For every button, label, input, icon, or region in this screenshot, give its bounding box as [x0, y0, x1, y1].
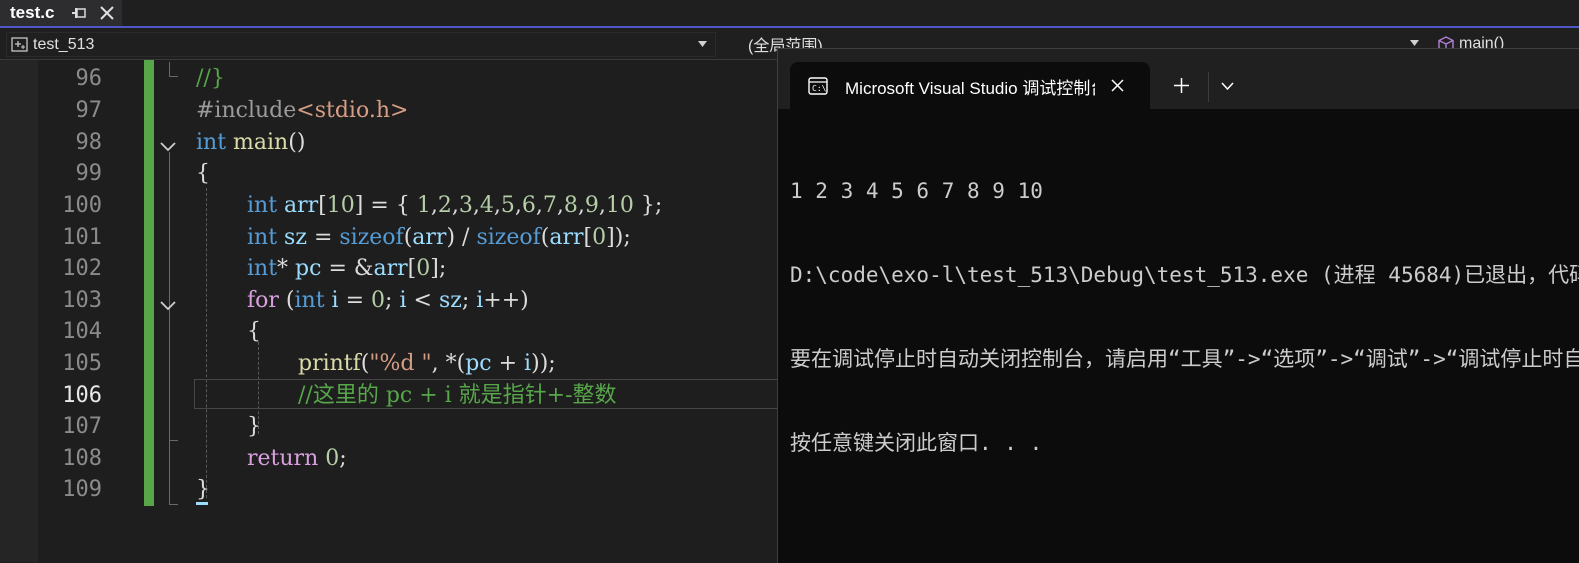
project-icon — [11, 36, 28, 52]
document-tab-label: test.c — [10, 3, 55, 22]
plus-icon[interactable] — [1173, 77, 1190, 94]
project-dropdown[interactable]: test_513 — [6, 32, 716, 57]
indent-guide — [206, 188, 207, 498]
terminal-icon: C:\ — [808, 77, 828, 95]
console-tab[interactable]: C:\ Microsoft Visual Studio 调试控制台 — [790, 62, 1150, 109]
chevron-down-icon[interactable] — [1221, 82, 1234, 90]
code-editor[interactable]: 96 97 98 99 100 101 102 103 104 105 106 … — [0, 60, 780, 562]
line-number-current: 106 — [62, 383, 102, 408]
code-line[interactable]: int arr[10] = { 1,2,3,4,5,6,7,8,9,10 }; — [247, 190, 662, 222]
outline-line — [169, 76, 178, 77]
change-tracking-bar — [144, 60, 154, 506]
divider — [1208, 72, 1209, 102]
document-tab-test-c[interactable]: test.c — [0, 0, 122, 26]
fold-chevron-icon[interactable] — [159, 140, 177, 152]
console-title: Microsoft Visual Studio 调试控制台 — [845, 79, 1095, 98]
project-name: test_513 — [33, 35, 95, 53]
line-number: 97 — [75, 98, 103, 123]
pin-icon[interactable] — [71, 6, 87, 20]
console-output-line: 按任意键关闭此窗口. . . — [790, 431, 1043, 455]
chevron-down-icon — [1410, 40, 1419, 46]
code-line[interactable]: int* pc = &arr[0]; — [247, 253, 446, 285]
outline-line — [169, 62, 170, 76]
line-number: 101 — [62, 225, 102, 250]
close-icon[interactable] — [98, 4, 116, 22]
code-line[interactable]: int main() — [196, 127, 305, 159]
line-number: 100 — [62, 193, 102, 218]
console-output-line: D:\code\exo-l\test_513\Debug\test_513.ex… — [790, 263, 1579, 287]
outline-line — [169, 504, 178, 505]
chevron-down-icon — [698, 41, 707, 47]
line-number: 108 — [62, 446, 102, 471]
line-number: 103 — [62, 288, 102, 313]
svg-text:C:\: C:\ — [812, 84, 827, 93]
code-line[interactable]: //这里的 pc + i 就是指针+-整数 — [298, 380, 617, 412]
code-line[interactable]: } — [247, 411, 261, 443]
code-line[interactable]: for (int i = 0; i < sz; i++) — [247, 285, 529, 317]
console-output[interactable]: 1 2 3 4 5 6 7 8 9 10 D:\code\exo-l\test_… — [790, 121, 1579, 513]
line-number: 105 — [62, 351, 102, 376]
code-line[interactable]: { — [247, 316, 261, 348]
document-tab-strip: test.c — [0, 0, 1579, 28]
console-output-line: 要在调试停止时自动关闭控制台，请启用“工具”->“选项”->“调试”->“调试停… — [790, 347, 1579, 371]
line-number: 98 — [75, 130, 103, 155]
line-number: 107 — [62, 414, 102, 439]
fold-chevron-icon[interactable] — [159, 299, 177, 311]
outline-line — [169, 440, 178, 441]
close-icon[interactable] — [1110, 78, 1125, 93]
code-line[interactable]: #include<stdio.h> — [196, 95, 408, 127]
text-cursor — [196, 502, 208, 505]
line-number: 96 — [75, 66, 103, 91]
line-number: 109 — [62, 477, 102, 502]
line-number: 104 — [62, 319, 102, 344]
line-number: 99 — [75, 161, 103, 186]
outline-line — [169, 312, 170, 440]
code-line[interactable]: int sz = sizeof(arr) / sizeof(arr[0]); — [247, 222, 631, 254]
code-line[interactable]: return 0; — [247, 443, 347, 475]
line-number: 102 — [62, 256, 102, 281]
console-output-line: 1 2 3 4 5 6 7 8 9 10 — [790, 179, 1043, 203]
code-line[interactable]: { — [196, 158, 210, 190]
code-line[interactable]: printf("%d ", *(pc + i)); — [298, 348, 556, 380]
code-line[interactable]: //} — [196, 63, 225, 95]
debug-console-window[interactable]: C:\ Microsoft Visual Studio 调试控制台 1 2 3 … — [777, 48, 1579, 563]
indicator-margin — [0, 60, 38, 562]
console-titlebar: C:\ Microsoft Visual Studio 调试控制台 — [778, 49, 1579, 109]
